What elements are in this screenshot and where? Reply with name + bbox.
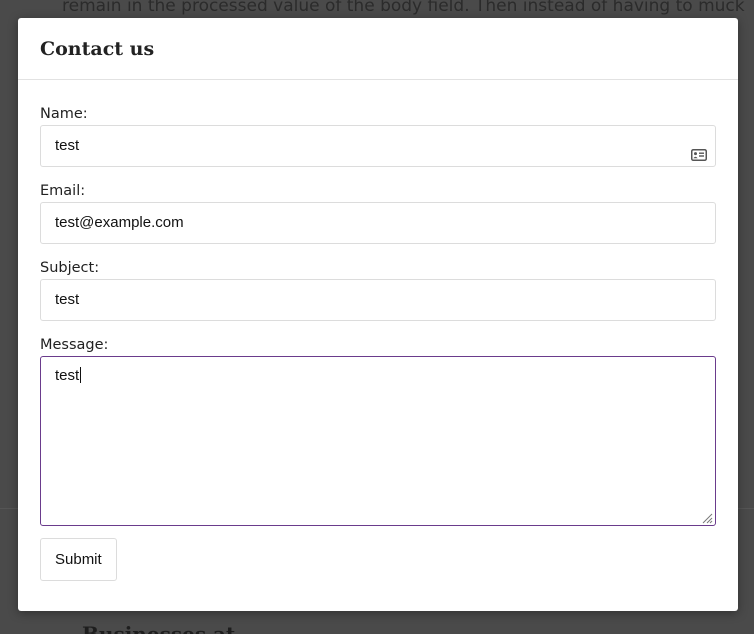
modal-header: Contact us xyxy=(18,18,738,80)
resize-handle-icon[interactable] xyxy=(701,511,713,524)
contact-form: Name: test Email: test@example.com Subje… xyxy=(18,105,738,581)
message-textarea-value: test xyxy=(55,367,80,384)
name-label: Name: xyxy=(40,106,88,122)
message-textarea[interactable]: test xyxy=(40,356,716,526)
name-input-value: test xyxy=(55,137,80,154)
email-input-value: test@example.com xyxy=(55,214,184,231)
email-label: Email: xyxy=(40,183,86,199)
message-label: Message: xyxy=(40,337,109,353)
subject-label: Subject: xyxy=(40,260,100,276)
contact-card-icon[interactable] xyxy=(691,138,707,161)
name-input[interactable]: test xyxy=(40,125,716,167)
text-caret xyxy=(80,367,82,383)
background-body-text: remain in the processed value of the bod… xyxy=(62,0,745,16)
subject-input[interactable]: test xyxy=(40,279,716,321)
modal-title: Contact us xyxy=(40,37,155,60)
submit-button[interactable]: Submit xyxy=(40,538,117,581)
background-heading: Businesses at xyxy=(82,622,236,634)
email-input[interactable]: test@example.com xyxy=(40,202,716,244)
contact-modal: Contact us Name: test Email: test@exampl… xyxy=(18,18,738,611)
subject-input-value: test xyxy=(55,291,80,308)
